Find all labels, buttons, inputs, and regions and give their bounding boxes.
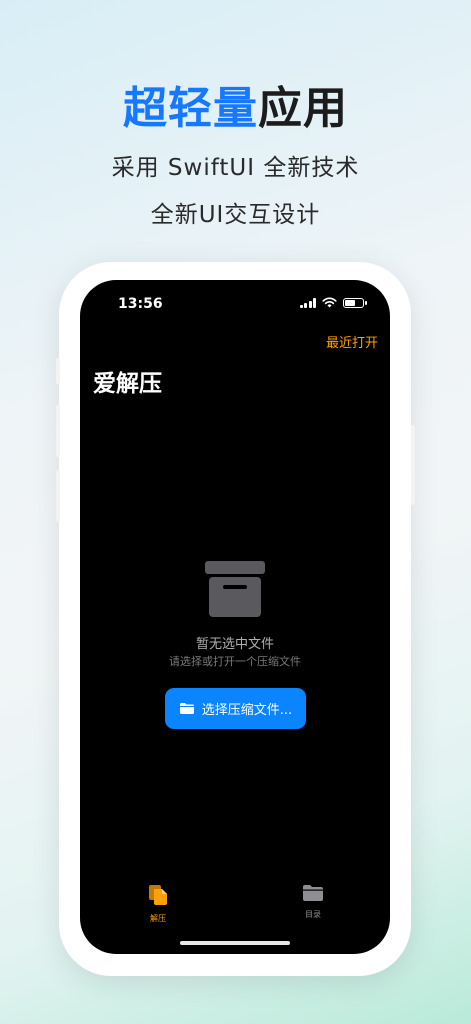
select-archive-button[interactable]: 选择压缩文件... [165,688,306,729]
battery-icon [343,297,367,308]
status-icons [299,297,367,308]
cellular-signal-icon [299,297,316,308]
select-archive-label: 选择压缩文件... [201,703,293,718]
empty-state-subtitle: 请选择或打开一个压缩文件 [169,655,301,668]
app-screen: 13:56 最近打开 爱解压 暂无选中文件 请选择或打开一个压缩文件 选择压缩文… [80,280,390,954]
wifi-icon [322,297,337,308]
archive-box-icon [205,561,265,617]
folder-icon [179,703,194,714]
documents-icon [149,885,167,905]
home-indicator[interactable] [180,941,290,945]
promo-headline: 超轻量应用 [0,72,471,136]
headline-highlight: 超轻量 [123,83,258,134]
headline-rest: 应用 [258,83,348,134]
status-time: 13:56 [118,296,163,312]
tab-decompress[interactable]: 解压 [128,884,188,924]
phone-side-button [411,425,415,505]
promo-subtitle-2: 全新UI交互设计 [150,202,321,228]
page-title: 爱解压 [93,371,162,397]
tab-decompress-label: 解压 [150,914,166,923]
recent-open-link[interactable]: 最近打开 [326,332,378,351]
tab-directory-label: 目录 [305,910,321,919]
phone-side-button [56,358,60,384]
empty-state-title: 暂无选中文件 [195,637,274,652]
tab-bar: 解压 目录 [80,884,390,934]
phone-side-button [56,405,60,457]
folder-icon [303,885,323,901]
promo-subtitle-1: 采用 SwiftUI 全新技术 [111,155,360,181]
phone-side-button [56,470,60,522]
tab-directory[interactable]: 目录 [283,884,343,920]
